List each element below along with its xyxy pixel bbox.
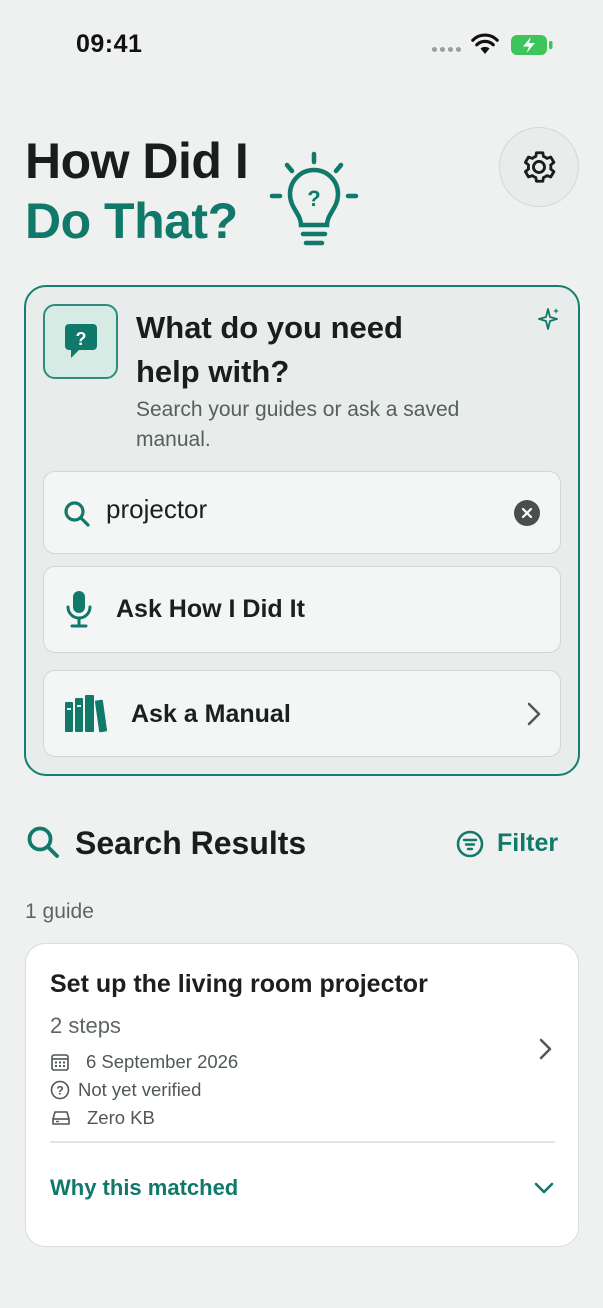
help-chat-icon: ? xyxy=(43,304,118,379)
result-verified: ? Not yet verified xyxy=(50,1079,201,1101)
result-date-text: 6 September 2026 xyxy=(86,1051,239,1072)
chevron-right-icon xyxy=(527,702,541,726)
svg-text:?: ? xyxy=(56,1084,63,1098)
why-this-matched-toggle[interactable]: Why this matched xyxy=(50,1175,238,1201)
chat-question-icon: ? xyxy=(64,323,97,358)
search-results-icon xyxy=(27,826,59,858)
result-verified-text: Not yet verified xyxy=(78,1079,202,1100)
ask-a-manual-label: Ask a Manual xyxy=(131,700,291,728)
chevron-down-icon[interactable] xyxy=(533,1180,555,1196)
result-steps: 2 steps xyxy=(50,1013,121,1038)
result-title: Set up the living room projector xyxy=(50,970,428,998)
calendar-icon xyxy=(51,1054,69,1071)
ask-how-i-did-it-label: Ask How I Did It xyxy=(116,595,305,623)
clear-icon xyxy=(521,507,533,519)
app-title-line2: Do That? xyxy=(25,193,238,249)
result-size: Zero KB xyxy=(50,1107,155,1129)
filter-button[interactable]: Filter xyxy=(456,829,558,858)
help-title: What do you need help with? xyxy=(136,310,403,389)
filter-label: Filter xyxy=(497,829,559,857)
question-circle-icon: ? xyxy=(50,1080,70,1100)
sparkle-icon xyxy=(538,308,559,330)
search-icon xyxy=(64,501,90,527)
search-input[interactable] xyxy=(106,494,486,525)
help-subtitle: Search your guides or ask a saved manual… xyxy=(136,398,460,451)
result-size-text: Zero KB xyxy=(87,1107,155,1128)
cellular-signal-icon xyxy=(432,47,461,52)
status-time: 09:41 xyxy=(76,30,143,58)
settings-button[interactable] xyxy=(499,127,579,207)
result-date: 6 September 2026 xyxy=(50,1051,238,1073)
clear-search-button[interactable] xyxy=(514,500,540,526)
card-divider xyxy=(50,1141,555,1143)
svg-text:?: ? xyxy=(307,186,320,211)
gear-icon xyxy=(523,151,556,183)
search-results-title: Search Results xyxy=(75,825,307,861)
ask-a-manual-button[interactable] xyxy=(43,670,561,757)
results-count: 1 guide xyxy=(25,900,94,923)
filter-icon xyxy=(456,830,484,857)
wifi-icon xyxy=(471,33,499,54)
storage-icon xyxy=(52,1111,70,1125)
lightbulb-question-icon: ? xyxy=(269,151,359,246)
app-title-line1: How Did I xyxy=(25,133,249,189)
microphone-icon xyxy=(66,591,92,628)
books-icon xyxy=(65,695,108,733)
battery-charging-icon xyxy=(511,35,553,55)
svg-text:?: ? xyxy=(75,329,86,349)
chevron-right-icon xyxy=(539,1038,552,1060)
